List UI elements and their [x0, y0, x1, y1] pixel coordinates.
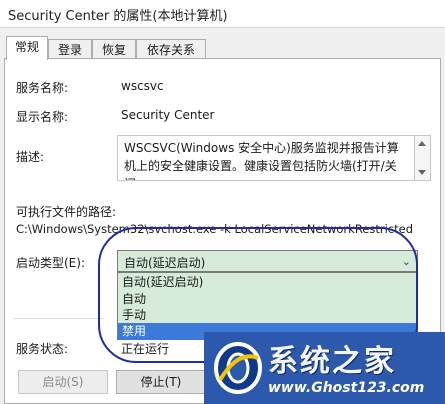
service-name-label: 服务名称: — [16, 81, 69, 95]
executable-path-label: 可执行文件的路径: — [16, 205, 117, 219]
executable-path-value: C:\Windows\System32\svchost.exe -k Local… — [16, 222, 414, 236]
description-label: 描述: — [16, 150, 45, 164]
startup-type-selected: 自动(延迟启动) — [124, 256, 206, 270]
startup-type-select[interactable]: 自动(延迟启动) ⌄ — [117, 250, 418, 272]
scroll-down-icon[interactable] — [418, 170, 426, 175]
tab-dependencies[interactable]: 依存关系 — [136, 39, 206, 59]
tab-recovery[interactable]: 恢复 — [92, 39, 136, 59]
watermark: 系统之家 www.Ghost123.com — [204, 332, 445, 404]
service-status-value: 正在运行 — [121, 342, 170, 356]
service-status-label: 服务状态: — [16, 342, 69, 356]
service-name-value: wscsvc — [121, 79, 164, 93]
title-bar: Security Center 的属性(本地计算机) — [0, 0, 445, 28]
scroll-up-icon[interactable] — [418, 141, 426, 146]
globe-logo-icon — [214, 342, 262, 394]
tab-logon[interactable]: 登录 — [48, 39, 92, 59]
startup-option-auto-delayed[interactable]: 自动(延迟启动) — [118, 274, 417, 291]
tab-general[interactable]: 常规 — [6, 36, 48, 60]
description-text[interactable]: WSCSVC(Windows 安全中心)服务监视并报告计算机上的安全健康设置。健… — [117, 135, 415, 181]
start-button[interactable]: 启动(S) — [18, 370, 108, 394]
startup-type-label: 启动类型(E): — [16, 256, 85, 270]
watermark-text: 系统之家 — [268, 344, 396, 379]
description-scrollbar[interactable] — [415, 135, 431, 181]
chevron-down-icon[interactable]: ⌄ — [402, 255, 411, 268]
display-name-value: Security Center — [121, 108, 215, 122]
startup-option-manual[interactable]: 手动 — [118, 307, 417, 324]
section-divider — [14, 318, 104, 319]
display-name-label: 显示名称: — [16, 110, 69, 124]
startup-type-dropdown: 自动(延迟启动) 自动 手动 禁用 — [117, 272, 418, 340]
watermark-url: www.Ghost123.com — [268, 380, 425, 396]
startup-option-auto[interactable]: 自动 — [118, 291, 417, 308]
window-title: Security Center 的属性(本地计算机) — [8, 9, 228, 24]
stop-button[interactable]: 停止(T) — [116, 370, 206, 394]
